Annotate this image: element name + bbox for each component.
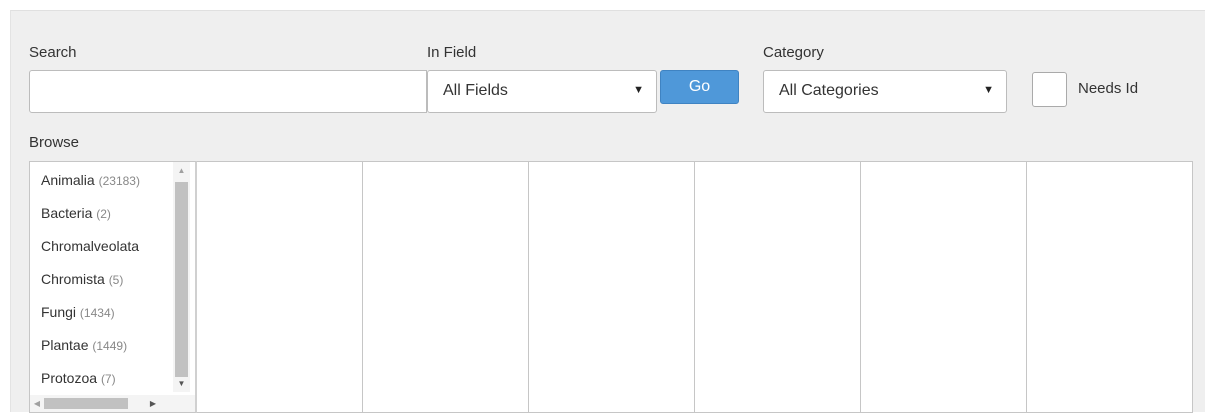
search-label: Search [29,44,77,61]
in-field-label: In Field [427,44,477,61]
taxon-list: Animalia (23183) Bacteria (2) Chromalveo… [30,162,174,401]
taxon-item-animalia[interactable]: Animalia (23183) [30,170,174,203]
browse-columns: Animalia (23183) Bacteria (2) Chromalveo… [29,161,1195,413]
browse-column-6[interactable] [861,161,1027,413]
browse-label: Browse [29,134,80,151]
taxon-item-chromalveolata[interactable]: Chromalveolata [30,236,174,269]
taxon-count: (7) [100,372,116,386]
taxon-name: Chromista [41,271,105,287]
taxon-name: Bacteria [41,205,93,221]
category-label: Category [763,44,824,61]
category-selected: All Categories [779,82,879,99]
taxon-count: (1449) [92,339,128,353]
browse-column-7[interactable] [1027,161,1193,413]
scrollbar-thumb[interactable] [44,398,128,409]
browse-column-kingdom[interactable]: Animalia (23183) Bacteria (2) Chromalveo… [29,161,197,413]
taxon-count: (1434) [79,306,115,320]
browse-column-5[interactable] [695,161,861,413]
in-field-select[interactable]: All Fields ▼ [427,70,657,113]
needs-id-label: Needs Id [1078,80,1139,97]
category-select[interactable]: All Categories ▼ [763,70,1007,113]
go-button[interactable]: Go [660,70,739,104]
taxon-item-chromista[interactable]: Chromista (5) [30,269,174,302]
scroll-up-icon[interactable]: ▲ [173,162,190,179]
chevron-down-icon: ▼ [983,84,994,96]
taxon-count: (5) [108,273,124,287]
taxon-name: Fungi [41,304,77,320]
scroll-left-icon[interactable]: ◀ [30,395,44,412]
in-field-selected: All Fields [443,82,508,99]
taxon-name: Protozoa [41,370,98,386]
horizontal-scrollbar[interactable]: ◀ ▶ [30,395,195,412]
taxon-item-fungi[interactable]: Fungi (1434) [30,302,174,335]
scroll-down-icon[interactable]: ▼ [173,375,190,392]
taxon-count: (23183) [98,174,140,188]
browse-column-3[interactable] [363,161,529,413]
scroll-right-icon[interactable]: ▶ [146,395,160,412]
taxon-name: Plantae [41,337,89,353]
taxon-count: (2) [96,207,111,221]
needs-id-checkbox[interactable] [1032,72,1067,107]
scrollbar-thumb[interactable] [175,182,188,377]
taxon-name: Animalia [41,172,95,188]
search-panel: Search In Field All Fields ▼ Go Category… [10,10,1205,413]
chevron-down-icon: ▼ [633,84,644,96]
browse-column-2[interactable] [197,161,363,413]
search-input[interactable] [29,70,427,113]
browse-column-4[interactable] [529,161,695,413]
taxon-name: Chromalveolata [41,238,140,254]
vertical-scrollbar[interactable]: ▲ ▼ [173,162,190,392]
taxon-item-bacteria[interactable]: Bacteria (2) [30,203,174,236]
taxon-item-plantae[interactable]: Plantae (1449) [30,335,174,368]
